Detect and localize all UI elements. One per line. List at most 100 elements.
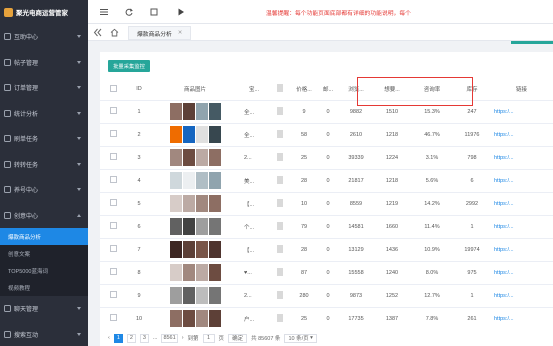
sidebar-item-post[interactable]: 帖子管理 xyxy=(0,50,88,76)
product-thumbnail[interactable] xyxy=(169,126,182,143)
submenu-item[interactable]: 创意文案 xyxy=(0,245,88,262)
table-row[interactable]: 9 2... 280 0 9873 1252 12.7% 1 https:/... xyxy=(100,284,553,308)
row-checkbox[interactable] xyxy=(109,245,117,252)
product-thumbnail[interactable] xyxy=(195,218,208,235)
col-stock[interactable]: 库存 xyxy=(454,79,490,101)
goto-page-input[interactable]: 1 xyxy=(202,333,215,343)
table-row[interactable]: 3 2... 25 0 39339 1224 3.1% 798 https:/... xyxy=(100,146,553,170)
product-thumbnail[interactable] xyxy=(195,172,208,189)
product-thumbnail[interactable] xyxy=(208,218,221,235)
table-row[interactable]: 1 全... 9 0 9882 1510 15.3% 247 https:/... xyxy=(100,100,553,124)
row-checkbox-cell[interactable] xyxy=(100,261,126,285)
product-thumbnail[interactable] xyxy=(208,264,221,281)
menu-toggle-icon[interactable] xyxy=(100,8,108,16)
select-all-checkbox-box[interactable] xyxy=(109,84,117,92)
row-checkbox[interactable] xyxy=(109,222,117,229)
row-checkbox-cell[interactable] xyxy=(100,100,126,124)
product-thumbnail[interactable] xyxy=(208,103,221,120)
product-thumbnail[interactable] xyxy=(182,218,195,235)
product-thumbnail[interactable] xyxy=(182,149,195,166)
row-checkbox-cell[interactable] xyxy=(100,284,126,308)
product-thumbnail[interactable] xyxy=(195,149,208,166)
sidebar-item-account[interactable]: 养号中心 xyxy=(0,177,88,203)
row-checkbox[interactable] xyxy=(109,199,117,206)
product-thumbnail[interactable] xyxy=(195,241,208,258)
page-1[interactable]: 1 xyxy=(113,333,123,343)
product-thumbnail[interactable] xyxy=(195,310,208,327)
sidebar-item-chat[interactable]: 聊天管理 xyxy=(0,296,88,322)
play-icon[interactable] xyxy=(177,8,185,16)
col-inquiry-rate[interactable]: 咨询率 xyxy=(410,79,454,101)
product-thumbnail[interactable] xyxy=(208,195,221,212)
page-2[interactable]: 2 xyxy=(126,333,136,343)
confirm-goto-button[interactable]: 确定 xyxy=(228,333,248,343)
cell-link[interactable]: https:/... xyxy=(490,169,553,193)
row-checkbox[interactable] xyxy=(109,130,117,137)
top-right-button-edge[interactable] xyxy=(511,41,553,44)
row-checkbox[interactable] xyxy=(109,107,117,114)
sidebar-item-transfer[interactable]: 转转任务 xyxy=(0,152,88,178)
product-thumbnail[interactable] xyxy=(182,310,195,327)
table-row[interactable]: 4 美... 28 0 21817 1218 5.6% 6 https:/... xyxy=(100,169,553,193)
product-thumbnail[interactable] xyxy=(182,241,195,258)
fullscreen-icon[interactable] xyxy=(150,8,158,16)
double-chevron-left-icon[interactable] xyxy=(93,28,102,37)
tab-hot-product-analysis[interactable]: 爆款商品分析 ✕ xyxy=(128,26,192,40)
product-thumbnail[interactable] xyxy=(195,195,208,212)
tab-close-icon[interactable]: ✕ xyxy=(178,30,183,36)
product-link[interactable]: https:/... xyxy=(494,155,514,161)
submenu-item[interactable]: 视频教程 xyxy=(0,279,88,296)
product-thumbnail[interactable] xyxy=(195,287,208,304)
sidebar-item-help[interactable]: 互助中心 xyxy=(0,24,88,50)
product-thumbnail[interactable] xyxy=(208,126,221,143)
refresh-icon[interactable] xyxy=(125,8,133,16)
cell-link[interactable]: https:/... xyxy=(490,307,553,331)
cell-link[interactable]: https:/... xyxy=(490,123,553,147)
table-row[interactable]: 6 个... 79 0 14581 1660 11.4% 1 https:/... xyxy=(100,215,553,239)
row-checkbox[interactable] xyxy=(109,314,117,321)
table-row[interactable]: 8 ♥... 87 0 15558 1240 8.0% 975 https:/... xyxy=(100,261,553,285)
product-link[interactable]: https:/... xyxy=(494,247,514,253)
product-thumbnail[interactable] xyxy=(208,310,221,327)
table-row[interactable]: 2 全... 58 0 2610 1218 46.7% 11976 https:/... xyxy=(100,123,553,147)
cell-link[interactable]: https:/... xyxy=(490,284,553,308)
row-checkbox-cell[interactable] xyxy=(100,169,126,193)
col-wants[interactable]: 想要... xyxy=(374,79,410,101)
product-thumbnail[interactable] xyxy=(169,218,182,235)
product-link[interactable]: https:/... xyxy=(494,316,514,322)
sidebar-item-task[interactable]: 刷单任务 xyxy=(0,126,88,152)
row-checkbox[interactable] xyxy=(109,291,117,298)
col-mail[interactable]: 邮... xyxy=(318,79,338,101)
col-id[interactable]: ID xyxy=(126,79,152,101)
col-views[interactable]: 浏览... xyxy=(338,79,374,101)
table-row[interactable]: 7 【... 28 0 13129 1436 10.9% 19974 https:/... xyxy=(100,238,553,262)
row-checkbox[interactable] xyxy=(109,176,117,183)
sidebar-item-order[interactable]: 订单管理 xyxy=(0,75,88,101)
row-checkbox-cell[interactable] xyxy=(100,192,126,216)
product-thumbnail[interactable] xyxy=(195,264,208,281)
product-thumbnail[interactable] xyxy=(169,172,182,189)
row-checkbox-cell[interactable] xyxy=(100,123,126,147)
sidebar-item-creative[interactable]: 创意中心 xyxy=(0,203,88,229)
product-link[interactable]: https:/... xyxy=(494,132,514,138)
product-thumbnail[interactable] xyxy=(169,149,182,166)
row-checkbox-cell[interactable] xyxy=(100,146,126,170)
row-checkbox[interactable] xyxy=(109,268,117,275)
product-link[interactable]: https:/... xyxy=(494,109,514,115)
product-link[interactable]: https:/... xyxy=(494,270,514,276)
product-link[interactable]: https:/... xyxy=(494,178,514,184)
product-thumbnail[interactable] xyxy=(195,103,208,120)
col-price[interactable]: 价格... xyxy=(290,79,318,101)
next-page-icon[interactable]: › xyxy=(182,335,184,341)
col-title[interactable]: 宝... xyxy=(238,79,270,101)
product-thumbnail[interactable] xyxy=(195,126,208,143)
table-row[interactable]: 10 户... 25 0 17735 1387 7.8% 261 https:/... xyxy=(100,307,553,331)
product-thumbnail[interactable] xyxy=(169,287,182,304)
cell-link[interactable]: https:/... xyxy=(490,146,553,170)
batch-collect-button[interactable]: 批量采集监控 xyxy=(108,60,150,72)
product-thumbnail[interactable] xyxy=(208,287,221,304)
submenu-item[interactable]: 爆款商品分析 xyxy=(0,228,88,245)
cell-link[interactable]: https:/... xyxy=(490,215,553,239)
sidebar-item-search[interactable]: 搜索互动 xyxy=(0,322,88,346)
product-thumbnail[interactable] xyxy=(182,172,195,189)
